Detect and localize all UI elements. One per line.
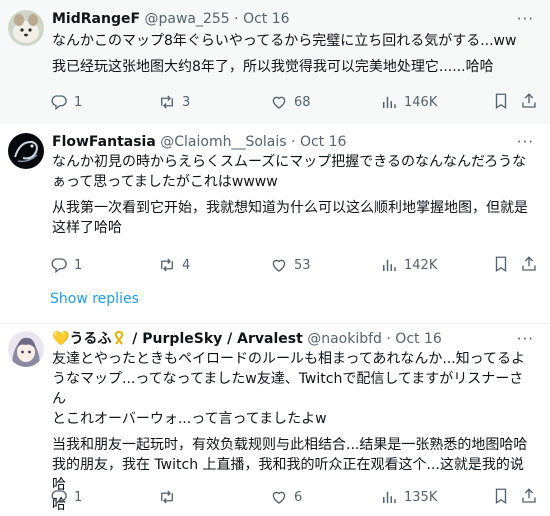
yellow-heart-icon: 💛 xyxy=(52,331,70,347)
tweet-text: なんか初見の時からえらくスムーズにマップ把握できるのなんなんだろうな ぁって思っ… xyxy=(52,154,528,236)
share-button[interactable] xyxy=(520,92,538,110)
bookmark-icon xyxy=(495,93,507,110)
repost-icon xyxy=(161,95,173,109)
avatar[interactable] xyxy=(8,331,44,367)
avatar[interactable] xyxy=(8,133,44,169)
repost-button[interactable]: 3 xyxy=(158,92,190,112)
views-button[interactable]: 146K xyxy=(380,92,437,112)
tweet-date[interactable]: Oct 16 xyxy=(300,134,346,150)
like-button[interactable]: 6 xyxy=(270,487,302,507)
like-button[interactable]: 53 xyxy=(270,255,311,275)
tweet[interactable]: 💛うるふ / PurpleSky / Arvalest @naokibfd · … xyxy=(0,323,550,516)
more-icon[interactable]: ··· xyxy=(517,135,534,150)
author-name[interactable]: MidRangeF xyxy=(52,11,140,27)
heart-icon xyxy=(272,259,286,272)
reply-icon xyxy=(51,258,67,274)
share-button[interactable] xyxy=(520,487,538,505)
repost-button[interactable]: 4 xyxy=(158,255,190,275)
author-name[interactable]: うるふ / PurpleSky / Arvalest xyxy=(69,330,303,347)
bookmark-button[interactable] xyxy=(492,487,510,505)
share-icon xyxy=(522,256,536,271)
heart-icon xyxy=(272,491,286,504)
views-icon xyxy=(383,96,396,108)
views-icon xyxy=(383,491,396,503)
author-name[interactable]: FlowFantasia xyxy=(52,134,156,150)
reply-button[interactable]: 1 xyxy=(50,255,82,275)
more-icon[interactable]: ··· xyxy=(517,332,534,347)
bookmark-button[interactable] xyxy=(492,255,510,273)
bookmark-icon xyxy=(495,488,507,505)
reply-icon xyxy=(51,95,67,111)
views-button[interactable]: 142K xyxy=(380,255,437,275)
author-handle[interactable]: @naokibfd xyxy=(307,331,382,347)
show-replies-link[interactable]: Show replies xyxy=(50,291,139,307)
tweet-actions: 1 6 135K xyxy=(50,487,540,507)
author-handle[interactable]: @Claiomh__Solais xyxy=(160,134,286,150)
bookmark-button[interactable] xyxy=(492,92,510,110)
author-handle[interactable]: @pawa_255 xyxy=(144,11,229,27)
reply-icon xyxy=(51,490,67,506)
repost-icon xyxy=(161,490,173,504)
bookmark-icon xyxy=(495,256,507,273)
heart-icon xyxy=(272,96,286,109)
share-icon xyxy=(522,488,536,503)
tweet-date[interactable]: Oct 16 xyxy=(243,11,289,27)
ribbon-icon xyxy=(111,330,127,347)
share-icon xyxy=(522,93,536,108)
tweet[interactable]: FlowFantasia @Claiomh__Solais · Oct 16 ·… xyxy=(0,123,550,323)
tweet-text: なんかこのマップ8年ぐらいやってるから完璧に立ち回れる気がする...ww 我已经… xyxy=(52,33,517,75)
reply-button[interactable]: 1 xyxy=(50,92,82,112)
repost-button[interactable] xyxy=(158,487,182,507)
tweet-actions: 1 4 53 142K xyxy=(50,255,540,275)
tweet[interactable]: MidRangeF @pawa_255 · Oct 16 ··· なんかこのマッ… xyxy=(0,0,550,123)
avatar[interactable] xyxy=(8,10,44,46)
share-button[interactable] xyxy=(520,255,538,273)
views-button[interactable]: 135K xyxy=(380,487,437,507)
tweet-date[interactable]: Oct 16 xyxy=(395,331,441,347)
tweet-actions: 1 3 68 146K xyxy=(50,92,540,112)
like-button[interactable]: 68 xyxy=(270,92,311,112)
views-icon xyxy=(383,259,396,271)
reply-button[interactable]: 1 xyxy=(50,487,82,507)
repost-icon xyxy=(161,258,173,272)
more-icon[interactable]: ··· xyxy=(517,12,534,27)
